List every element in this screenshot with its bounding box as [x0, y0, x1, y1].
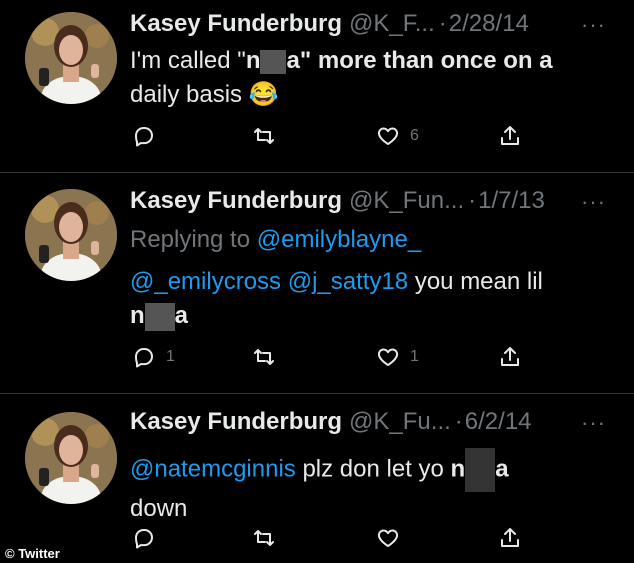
reply-button[interactable]: 1 [132, 345, 175, 369]
user-handle[interactable]: @K_Fu... [349, 408, 451, 436]
user-handle[interactable]: @K_Fun... [349, 187, 464, 215]
avatar[interactable] [25, 12, 117, 104]
heart-icon [377, 127, 399, 145]
user-handle[interactable]: @K_F... [349, 10, 435, 38]
retweet-button[interactable] [252, 526, 276, 550]
mention-link[interactable]: @_emilycross [130, 268, 281, 295]
retweet-icon [254, 530, 274, 546]
tweet-1[interactable]: Kasey Funderburg @K_F... · 2/28/14 ··· I… [0, 0, 634, 172]
like-count: 1 [410, 348, 419, 365]
censor-block [260, 49, 287, 74]
tweet-text: @_emilycross @j_satty18 you mean lil na [130, 268, 543, 331]
mention-link[interactable]: @j_satty18 [288, 268, 408, 295]
censor-block [465, 448, 496, 492]
reply-button[interactable] [132, 124, 156, 148]
heart-icon [377, 348, 399, 366]
tweet-actions: 1 1 [130, 345, 530, 371]
tweet-header: Kasey Funderburg @K_Fun... · 1/7/13 [130, 187, 545, 217]
retweet-button[interactable] [252, 345, 276, 369]
share-button[interactable] [498, 345, 522, 369]
like-button[interactable]: 6 [376, 124, 419, 148]
more-options-icon[interactable]: ··· [581, 14, 606, 36]
share-icon [501, 126, 519, 145]
tweet-header: Kasey Funderburg @K_Fu... · 6/2/14 [130, 408, 532, 438]
retweet-icon [254, 128, 274, 144]
retweet-button[interactable] [252, 124, 276, 148]
tweet-3[interactable]: Kasey Funderburg @K_Fu... · 6/2/14 ··· @… [0, 394, 634, 563]
retweet-icon [254, 349, 274, 365]
share-button[interactable] [498, 526, 522, 550]
reply-icon [135, 529, 153, 549]
replying-to: Replying to @emilyblayne_ [130, 226, 422, 253]
tweet-date[interactable]: 1/7/13 [478, 187, 545, 215]
separator-dot: · [454, 408, 463, 435]
reply-icon [135, 127, 153, 147]
reply-button[interactable] [132, 526, 156, 550]
tweet-date[interactable]: 2/28/14 [449, 10, 529, 38]
reply-count: 1 [166, 348, 175, 365]
twitter-watermark: © Twitter [5, 546, 60, 561]
more-options-icon[interactable]: ··· [581, 191, 606, 213]
tweet-text: I'm called "n a" more than once on a dail… [130, 47, 553, 108]
tweet-date[interactable]: 6/2/14 [465, 408, 532, 436]
reply-icon [135, 348, 153, 368]
separator-dot: · [438, 10, 447, 37]
avatar[interactable] [25, 189, 117, 281]
display-name[interactable]: Kasey Funderburg [130, 10, 342, 38]
tweet-actions [130, 526, 530, 552]
like-button[interactable] [376, 526, 400, 550]
share-button[interactable] [498, 124, 522, 148]
laughing-emoji-icon: 😂 [248, 81, 279, 108]
tweet-2[interactable]: Kasey Funderburg @K_Fun... · 1/7/13 ··· … [0, 173, 634, 393]
share-icon [501, 347, 519, 366]
avatar[interactable] [25, 412, 117, 504]
like-button[interactable]: 1 [376, 345, 419, 369]
tweet-actions: 6 [130, 124, 530, 150]
censor-block [144, 302, 175, 331]
separator-dot: · [468, 187, 477, 214]
tweet-text: @natemcginnis plz don let yo na down [130, 448, 610, 526]
replying-to-link[interactable]: @emilyblayne_ [257, 226, 421, 253]
mention-link[interactable]: @natemcginnis [130, 455, 296, 482]
display-name[interactable]: Kasey Funderburg [130, 187, 342, 215]
like-count: 6 [410, 127, 419, 144]
display-name[interactable]: Kasey Funderburg [130, 408, 342, 436]
share-icon [501, 528, 519, 547]
tweet-header: Kasey Funderburg @K_F... · 2/28/14 [130, 10, 529, 40]
more-options-icon[interactable]: ··· [581, 412, 606, 434]
heart-icon [377, 529, 399, 547]
